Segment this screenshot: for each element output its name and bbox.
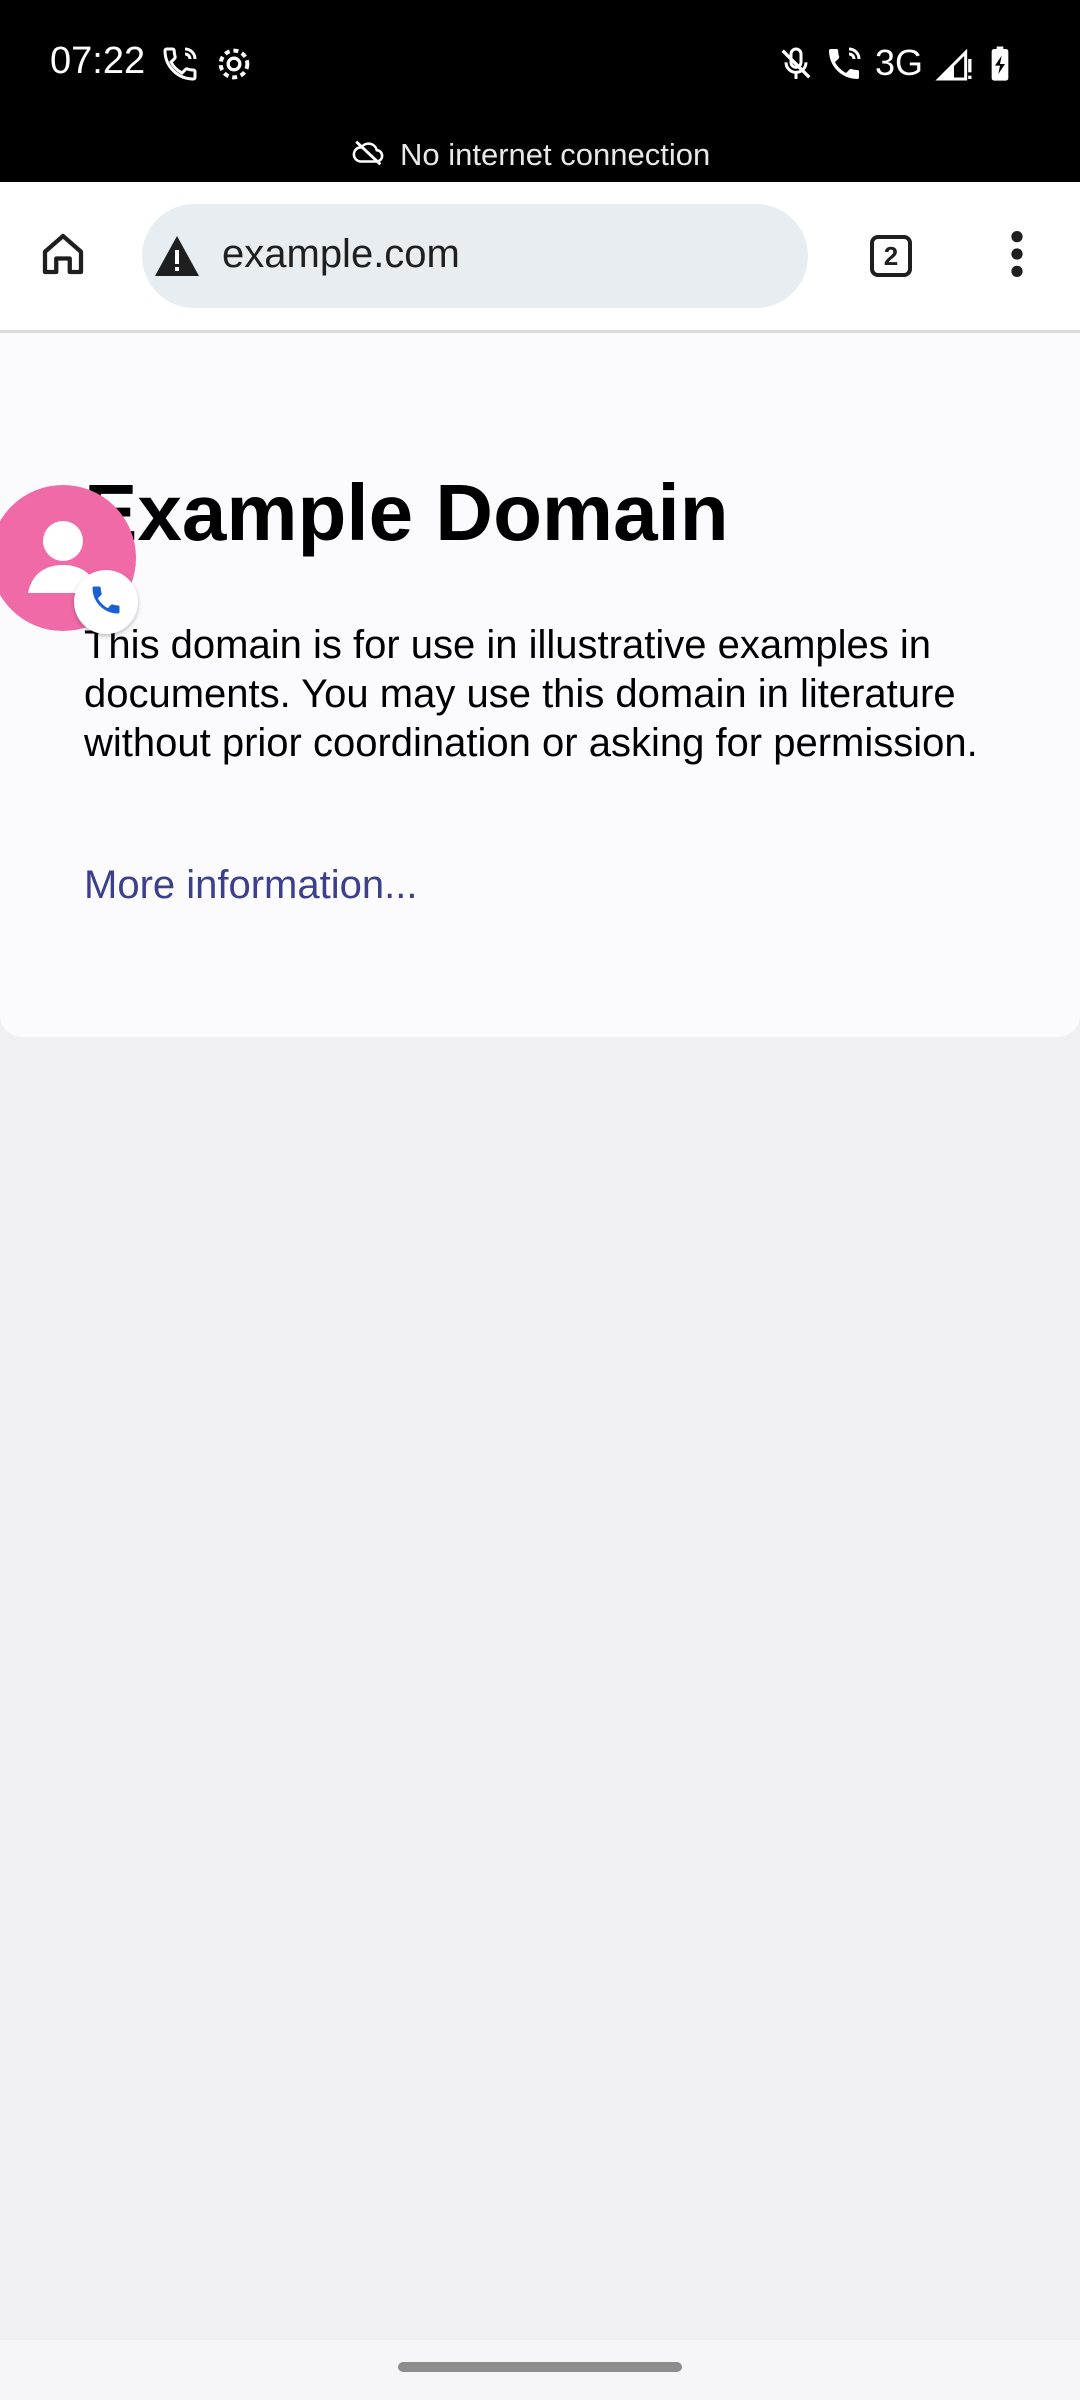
status-bar: 07:22 3G	[0, 0, 1080, 128]
web-page: Example Domain This domain is for use in…	[0, 333, 1080, 1037]
mic-off-icon	[776, 44, 816, 84]
network-type: 3G	[875, 42, 924, 83]
battery-charging-icon	[980, 44, 1020, 84]
home-button[interactable]	[0, 182, 126, 330]
phone-badge[interactable]	[74, 570, 138, 634]
page-paragraph: This domain is for use in illustrative e…	[84, 623, 978, 765]
offline-banner: No internet connection	[0, 128, 1080, 182]
tab-count: 2	[883, 240, 899, 271]
wifi-call-icon	[824, 44, 864, 84]
tab-count-icon: 2	[870, 235, 912, 277]
home-icon	[36, 227, 90, 286]
more-vert-icon	[1010, 228, 1024, 285]
url-bar[interactable]: example.com	[142, 204, 808, 308]
tab-switcher-button[interactable]: 2	[828, 182, 954, 330]
signal-icon	[934, 44, 974, 84]
settings-gear-icon	[214, 44, 254, 84]
url-text[interactable]: example.com	[222, 232, 460, 277]
menu-button[interactable]	[954, 182, 1080, 330]
cloud-off-icon	[352, 136, 386, 175]
page-title: Example Domain	[84, 468, 729, 557]
status-time: 07:22	[50, 40, 146, 82]
offline-message: No internet connection	[400, 137, 711, 172]
warning-icon[interactable]	[152, 234, 202, 278]
more-information-link[interactable]: More information...	[84, 863, 417, 908]
browser-toolbar: example.com 2	[0, 182, 1080, 333]
wifi-call-icon	[160, 44, 200, 84]
gesture-handle[interactable]	[398, 2362, 682, 2372]
phone-icon	[88, 582, 124, 623]
